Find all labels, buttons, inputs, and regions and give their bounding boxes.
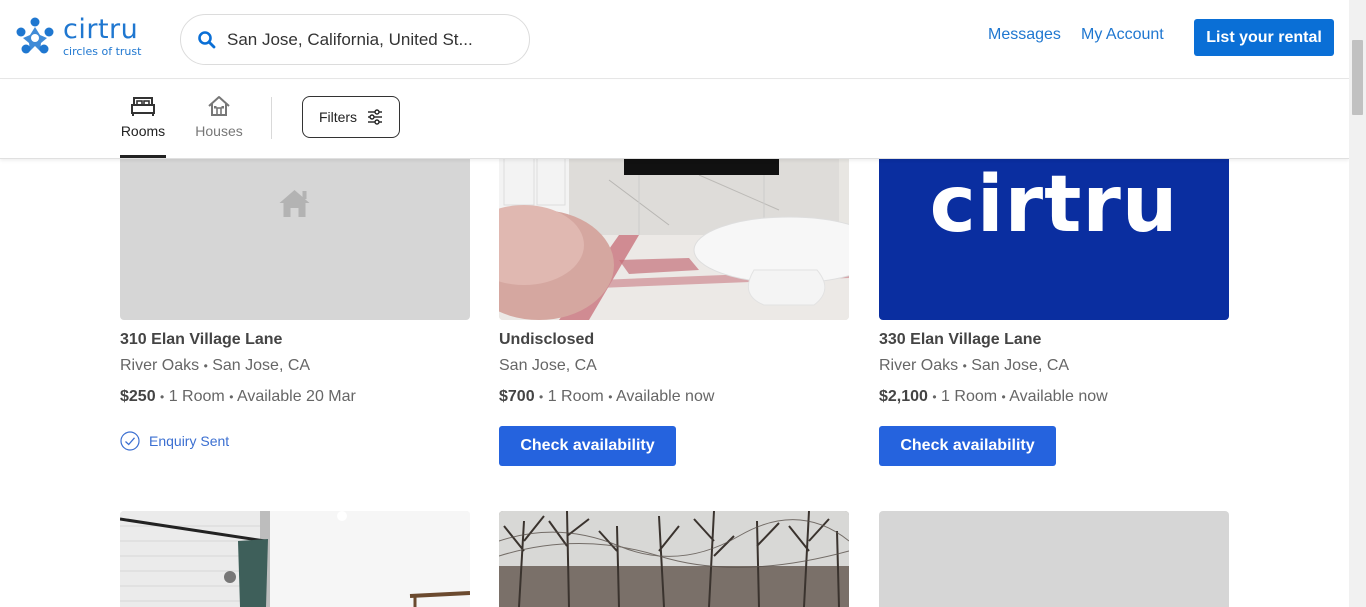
listing-price: $700 <box>499 388 535 405</box>
logo-wordmark: cirtru <box>63 14 139 45</box>
check-availability-button[interactable]: Check availability <box>499 426 676 466</box>
listing-city: San Jose, CA <box>212 357 311 374</box>
separator-dot: • <box>203 359 208 373</box>
listing-photo-placeholder[interactable] <box>120 140 470 320</box>
separator-dot: • <box>1001 390 1006 404</box>
bathroom-photo <box>120 511 470 607</box>
top-header: cirtru circles of trust San Jose, Califo… <box>0 0 1349 79</box>
listing-rooms: 1 Room <box>941 388 998 405</box>
tab-rooms[interactable]: Rooms <box>120 94 166 139</box>
listing-photo-bathroom[interactable] <box>120 511 470 607</box>
listing-neighborhood: River Oaks <box>120 357 200 374</box>
listing-city: San Jose, CA <box>499 357 597 374</box>
separator-dot: • <box>229 390 234 404</box>
listing-details: $2,100 • 1 Room • Available now <box>879 388 1108 406</box>
listing-price: $2,100 <box>879 388 928 405</box>
listing-rooms: 1 Room <box>168 388 225 405</box>
house-icon <box>208 96 230 116</box>
separator-dot: • <box>932 390 937 404</box>
messages-link[interactable]: Messages <box>988 26 1061 44</box>
my-account-link[interactable]: My Account <box>1081 26 1164 44</box>
check-availability-button[interactable]: Check availability <box>879 426 1056 466</box>
bed-icon <box>131 97 155 116</box>
location-search-input[interactable]: San Jose, California, United St... <box>180 14 530 65</box>
search-value: San Jose, California, United St... <box>227 29 473 49</box>
listing-city: San Jose, CA <box>971 357 1070 374</box>
sliders-icon <box>368 109 383 125</box>
active-tab-indicator <box>120 155 166 158</box>
listing-rooms: 1 Room <box>547 388 604 405</box>
house-placeholder-icon <box>279 190 310 217</box>
cirtru-logo[interactable]: cirtru circles of trust <box>14 16 141 58</box>
tab-houses-label: Houses <box>195 123 243 139</box>
enquiry-sent-status: Enquiry Sent <box>120 431 229 451</box>
listing-availability: Available 20 Mar <box>236 388 356 405</box>
enquiry-sent-label: Enquiry Sent <box>149 433 230 449</box>
logo-tile-text: cirtru <box>929 160 1179 250</box>
tab-rooms-label: Rooms <box>120 123 166 139</box>
page-scrollbar[interactable] <box>1349 0 1366 607</box>
listing-title[interactable]: 310 Elan Village Lane <box>120 331 282 349</box>
listing-photo-living-room[interactable] <box>499 140 849 320</box>
separator-dot: • <box>539 390 544 404</box>
listing-title[interactable]: 330 Elan Village Lane <box>879 331 1041 349</box>
listing-neighborhood: River Oaks <box>879 357 959 374</box>
listing-photo-trees[interactable] <box>499 511 849 607</box>
listing-details: $700 • 1 Room • Available now <box>499 388 714 406</box>
filters-button[interactable]: Filters <box>302 96 400 138</box>
listing-price: $250 <box>120 388 156 405</box>
listing-title[interactable]: Undisclosed <box>499 331 594 349</box>
listing-location: River Oaks • San Jose, CA <box>120 357 310 375</box>
tab-houses[interactable]: Houses <box>194 94 244 139</box>
listing-availability: Available now <box>1009 388 1108 405</box>
separator-dot: • <box>160 390 165 404</box>
list-your-rental-button[interactable]: List your rental <box>1194 19 1334 56</box>
separator-dot: • <box>962 359 967 373</box>
search-icon <box>198 30 216 48</box>
listing-details: $250 • 1 Room • Available 20 Mar <box>120 388 356 406</box>
check-circle-icon <box>120 431 140 451</box>
living-room-photo <box>499 140 849 320</box>
trees-photo <box>499 511 849 607</box>
circles-logo-icon <box>16 17 54 54</box>
separator-dot: • <box>608 390 613 404</box>
listing-photo-placeholder[interactable] <box>879 511 1229 607</box>
page: cirtru circles of trust San Jose, Califo… <box>0 0 1366 607</box>
listing-location: San Jose, CA <box>499 357 597 375</box>
listing-location: River Oaks • San Jose, CA <box>879 357 1069 375</box>
category-filter-bar: Rooms Houses Filters <box>0 80 1349 159</box>
filters-label: Filters <box>318 109 358 125</box>
listing-photo-cirtru-logo[interactable]: cirtru <box>879 140 1229 320</box>
divider <box>271 97 272 139</box>
listing-availability: Available now <box>615 388 715 405</box>
logo-tagline: circles of trust <box>63 45 142 58</box>
scrollbar-thumb[interactable] <box>1352 40 1363 115</box>
